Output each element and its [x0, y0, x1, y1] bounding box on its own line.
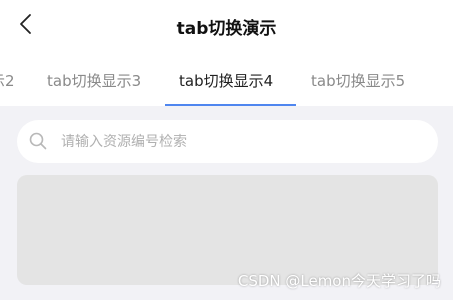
search-icon [29, 132, 47, 150]
content-card-placeholder [17, 175, 438, 285]
search-input[interactable] [61, 120, 421, 163]
tab-4[interactable]: tab切换显示4 [179, 58, 273, 106]
tab-bar: 示2 tab切换显示3 tab切换显示4 tab切换显示5 [0, 58, 453, 106]
search-bar[interactable] [17, 120, 438, 163]
tab-2[interactable]: 示2 [0, 58, 15, 106]
tab-5[interactable]: tab切换显示5 [311, 58, 405, 106]
nav-bar: tab切换演示 [0, 0, 453, 58]
page-title: tab切换演示 [176, 19, 277, 39]
active-tab-indicator [165, 104, 296, 106]
tab-3[interactable]: tab切换显示3 [47, 58, 141, 106]
watermark-text: CSDN @Lemon今天学习了吗 [237, 272, 441, 290]
